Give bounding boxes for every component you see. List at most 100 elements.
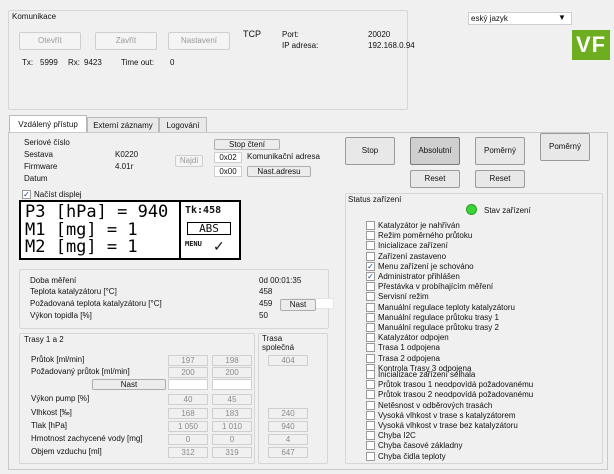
- load-display-checkbox[interactable]: ✓: [22, 190, 31, 199]
- status-flag-label: Menu zařízení je schováno: [378, 261, 474, 271]
- find-button[interactable]: Najdi: [175, 155, 203, 167]
- comm-address-label: Komunikační adresa: [247, 152, 320, 161]
- status-flag-checkbox[interactable]: [366, 323, 375, 332]
- reset-button-1[interactable]: Reset: [410, 170, 460, 188]
- timeout-label: Time out:: [121, 58, 155, 67]
- stop-reading-button[interactable]: Stop čtení: [214, 139, 280, 150]
- air-volume-route1: 312: [168, 447, 208, 458]
- rx-value: 9423: [84, 58, 102, 67]
- status-flag-label: Manuální regulace průtoku trasy 1: [378, 312, 499, 322]
- status-flag-checkbox[interactable]: [366, 333, 375, 343]
- heater-label: Výkon topidla [%]: [30, 311, 92, 320]
- set-flow-input-1[interactable]: [168, 379, 208, 390]
- status-flag-label: Trasa 1 odpojena: [378, 343, 440, 353]
- status-flag-label: Inicializace zařízení: [378, 241, 448, 251]
- settings-button[interactable]: Nastavení: [168, 32, 230, 50]
- humidity-route1: 168: [168, 408, 208, 419]
- device-state-label: Stav zařízení: [484, 206, 531, 215]
- status-flag-checkbox[interactable]: [366, 292, 375, 302]
- assembly-value: K0220: [115, 150, 139, 159]
- status-flag-checkbox[interactable]: [366, 353, 375, 363]
- cat-temp-label: Teplota katalyzátoru [°C]: [30, 287, 117, 296]
- pump-power-route1: 40: [168, 394, 208, 405]
- language-select-value: eský jazyk: [471, 14, 508, 23]
- language-select[interactable]: eský jazyk ▼: [468, 12, 572, 25]
- status-error-checkbox[interactable]: [366, 421, 375, 430]
- tab-remote-access[interactable]: Vzdálený přístup: [9, 115, 87, 132]
- status-flag-checkbox[interactable]: ✓: [366, 272, 375, 281]
- status-flag-checkbox[interactable]: [366, 302, 375, 312]
- req-flow-route2: 200: [212, 367, 252, 378]
- status-flag-checkbox[interactable]: [366, 312, 375, 322]
- protocol-label: TCP: [243, 29, 261, 39]
- firmware-value: 4.01r: [115, 162, 134, 171]
- pressure-route2: 1 010: [212, 421, 252, 432]
- status-flag-checkbox[interactable]: [366, 282, 375, 292]
- set-flow-button[interactable]: Nast: [92, 379, 166, 390]
- proportional-button-1[interactable]: Poměrný: [475, 137, 525, 165]
- status-flag-label: Manuální regulace teploty katalyzátoru: [378, 302, 515, 312]
- status-flag-checkbox[interactable]: [366, 251, 375, 261]
- status-flag-checkbox[interactable]: [366, 221, 375, 230]
- air-volume-route2: 319: [212, 447, 252, 458]
- req-temp-label: Požadovaná teplota katalyzátoru [°C]: [30, 299, 162, 308]
- open-button[interactable]: Otevřít: [19, 32, 81, 50]
- status-error-checkbox[interactable]: [366, 451, 375, 461]
- set-temp-button[interactable]: Nast: [280, 299, 316, 311]
- status-flag-label: Katalyzátor odpojen: [378, 333, 449, 343]
- flow-route1: 197: [168, 355, 208, 366]
- ip-value: 192.168.0.94: [368, 41, 415, 50]
- set-address-button[interactable]: Nast.adresu: [247, 166, 311, 177]
- status-error-label: Netěsnost v odběrových trasách: [378, 400, 493, 410]
- humidity-common: 240: [268, 408, 308, 419]
- device-state-led: [466, 204, 477, 215]
- pencil-icon: ✓: [213, 238, 225, 254]
- water-mass-route2: 0: [212, 434, 252, 445]
- tab-external-records[interactable]: Externí záznamy: [87, 117, 159, 132]
- tx-value: 5999: [40, 58, 58, 67]
- pump-power-route2: 45: [212, 394, 252, 405]
- flow-route2: 198: [212, 355, 252, 366]
- humidity-label: Vlhkost [‰]: [31, 408, 72, 417]
- status-error-checkbox[interactable]: [366, 410, 375, 420]
- status-error-checkbox[interactable]: [366, 370, 375, 379]
- status-flag-label: Zařízení zastaveno: [378, 251, 447, 261]
- status-error-checkbox[interactable]: [366, 400, 375, 410]
- tab-logging[interactable]: Logování: [159, 117, 207, 132]
- tx-label: Tx:: [22, 58, 34, 67]
- chevron-down-icon: ▼: [558, 13, 566, 22]
- rx-label: Rx:: [68, 58, 80, 67]
- humidity-route2: 183: [212, 408, 252, 419]
- vf-logo: VF: [572, 30, 610, 60]
- status-flag-checkbox[interactable]: [366, 231, 375, 241]
- ip-label: IP adresa:: [282, 41, 319, 50]
- req-temp-value: 459: [259, 299, 273, 308]
- logo-text: VF: [575, 32, 607, 57]
- proportional-button-2[interactable]: Poměrný: [540, 133, 590, 161]
- display-side-bottom: MENU: [185, 240, 202, 248]
- status-error-checkbox[interactable]: [366, 431, 375, 441]
- water-mass-common: 4: [268, 434, 308, 445]
- flow-label: Průtok [ml/min]: [31, 355, 85, 364]
- display-divider: [179, 202, 181, 258]
- time-value: 0d 00:01:35: [259, 276, 302, 285]
- status-flag-checkbox[interactable]: [366, 241, 375, 251]
- set-flow-input-2[interactable]: [212, 379, 252, 390]
- status-error-checkbox[interactable]: [366, 380, 375, 390]
- status-error-label: Inicializace zařízení selhala: [378, 370, 476, 379]
- water-mass-label: Hmotnost zachycené vody [mg]: [31, 434, 143, 443]
- stop-button[interactable]: Stop: [345, 137, 395, 165]
- port-label: Port:: [282, 30, 299, 39]
- status-error-checkbox[interactable]: [366, 390, 375, 400]
- close-button[interactable]: Zavřít: [95, 32, 157, 50]
- status-error-label: Chyba čidla teploty: [378, 451, 446, 461]
- status-error-checkbox[interactable]: [366, 441, 375, 451]
- status-flag-checkbox[interactable]: [366, 343, 375, 353]
- reset-button-2[interactable]: Reset: [475, 170, 525, 188]
- req-flow-route1: 200: [168, 367, 208, 378]
- flow-common: 404: [268, 355, 308, 366]
- comm-address-field[interactable]: 0x02: [214, 152, 242, 163]
- set-address-field[interactable]: 0x00: [214, 166, 242, 177]
- absolute-button[interactable]: Absolutní: [410, 137, 460, 165]
- status-flag-checkbox[interactable]: ✓: [366, 261, 375, 271]
